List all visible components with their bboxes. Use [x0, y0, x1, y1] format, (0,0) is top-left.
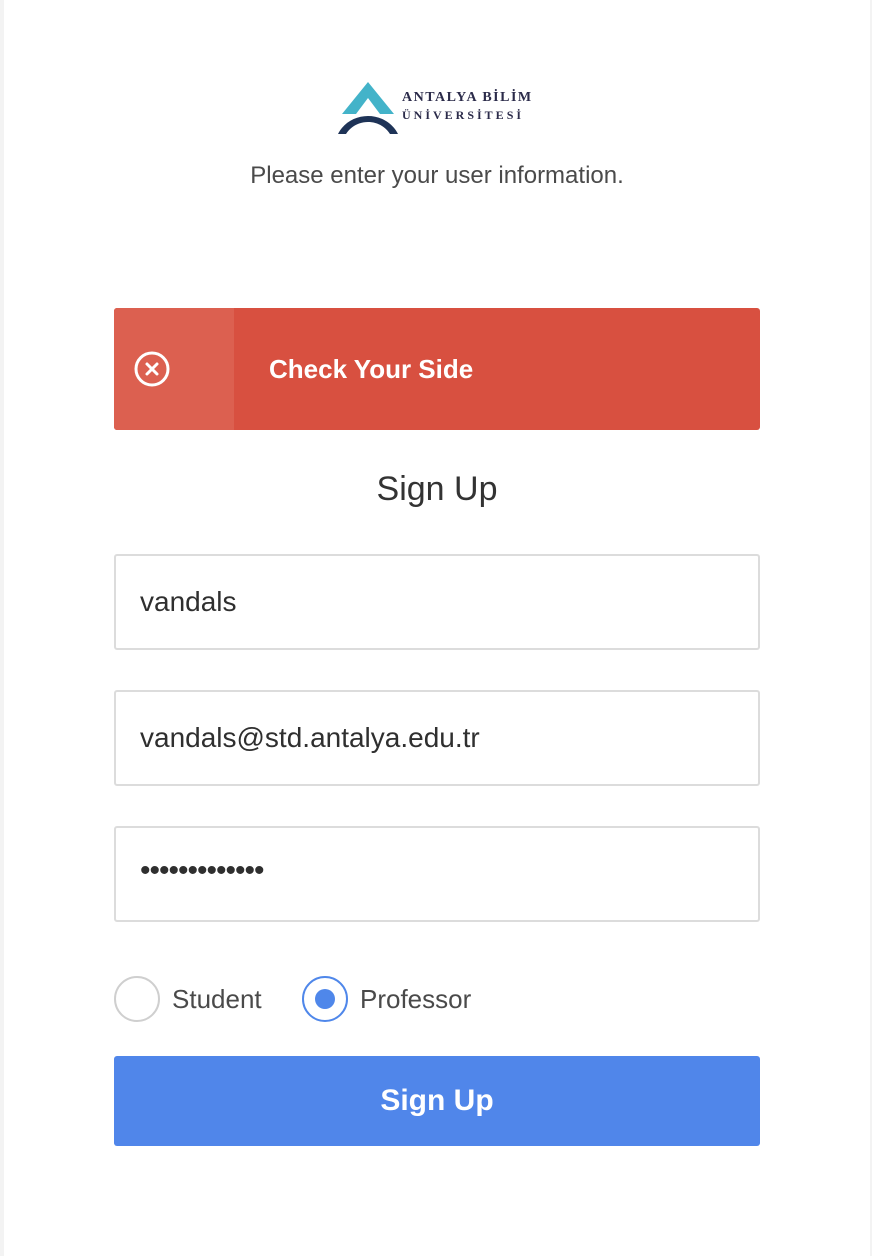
password-masked-value: •••••••••••••: [140, 854, 265, 887]
alert-icon-panel: [114, 308, 234, 430]
logo-text-line1: ANTALYA BİLİM: [402, 90, 533, 105]
alert-message: Check Your Side: [269, 354, 474, 384]
university-emblem-icon: [338, 82, 398, 134]
signup-page: ANTALYA BİLİM ÜNİVERSİTESİ Please enter …: [4, 0, 870, 1256]
sign-up-button[interactable]: Sign Up: [114, 1056, 760, 1146]
instruction-text: Please enter your user information.: [250, 162, 624, 189]
university-logo: ANTALYA BİLİM ÜNİVERSİTESİ: [336, 80, 546, 140]
password-field[interactable]: •••••••••••••: [114, 826, 760, 922]
role-label-student: Student: [172, 984, 262, 1014]
error-alert: Check Your Side: [114, 308, 760, 430]
form-heading: Sign Up: [376, 470, 498, 508]
logo-text-line2: ÜNİVERSİTESİ: [402, 108, 525, 122]
username-value: vandals: [140, 586, 237, 617]
username-field[interactable]: vandals: [114, 554, 760, 650]
radio-checked-icon[interactable]: [302, 976, 348, 1022]
email-field[interactable]: vandals@std.antalya.edu.tr: [114, 690, 760, 786]
radio-unchecked-icon[interactable]: [114, 976, 160, 1022]
role-label-professor: Professor: [360, 984, 472, 1014]
sign-up-button-label: Sign Up: [380, 1084, 494, 1117]
radio-dot-icon: [315, 989, 335, 1009]
close-circle-icon: [134, 351, 170, 387]
email-value: vandals@std.antalya.edu.tr: [140, 722, 480, 753]
